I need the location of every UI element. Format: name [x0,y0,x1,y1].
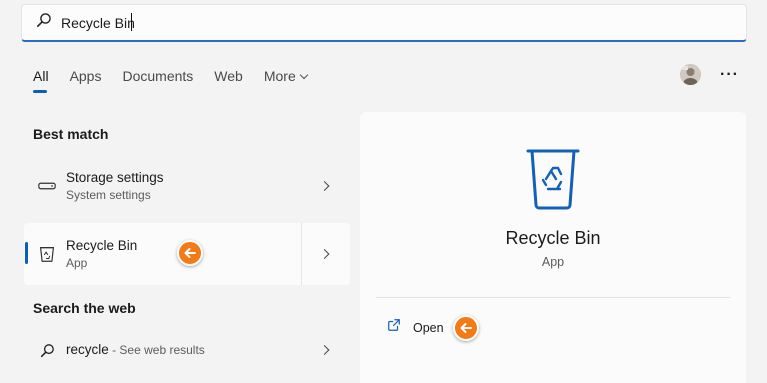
tab-documents[interactable]: Documents [122,68,193,84]
arrow-left-marker-icon [177,240,203,266]
best-match-heading: Best match [33,126,109,142]
selection-indicator [25,242,28,264]
web-query: recycle [66,342,109,357]
result-storage-settings[interactable]: Storage settings System settings [24,160,350,212]
detail-pane: Recycle Bin App Open [360,112,746,383]
divider [376,297,730,298]
storage-drive-icon [36,175,58,197]
search-input[interactable] [61,14,661,31]
app-kind: App [541,255,565,269]
more-options-icon[interactable]: ··· [720,66,739,84]
chevron-down-icon [299,70,308,80]
open-label: Open [413,320,444,335]
result-subtitle: System settings [66,188,151,202]
recycle-bin-icon [526,149,580,210]
tab-more-label: More [263,68,296,84]
arrow-left-marker-icon [453,315,479,341]
text-caret [131,13,132,31]
filter-tabs: All Apps Documents Web More [33,68,328,93]
chevron-right-icon[interactable] [319,249,330,259]
result-subtitle: App [66,256,88,270]
tab-more[interactable]: More [263,68,308,84]
recycle-bin-icon [36,243,58,265]
chevron-right-icon[interactable] [319,181,330,191]
open-action[interactable]: Open [387,318,444,337]
search-icon [36,12,52,33]
result-title: Recycle Bin [66,238,138,253]
search-web-heading: Search the web [33,300,136,316]
open-external-icon [387,318,401,337]
user-avatar[interactable] [680,64,701,85]
chevron-right-icon[interactable] [319,345,330,355]
result-title: Storage settings [66,170,164,185]
app-name: Recycle Bin [505,228,601,248]
web-suffix: - See web results [108,343,205,357]
result-web-recycle[interactable]: recycle - See web results [24,330,350,370]
search-icon [36,339,58,361]
tab-all[interactable]: All [33,68,49,93]
tab-web[interactable]: Web [214,68,243,84]
row-divider [301,223,302,285]
search-box[interactable] [21,4,747,42]
tab-apps[interactable]: Apps [70,68,102,84]
